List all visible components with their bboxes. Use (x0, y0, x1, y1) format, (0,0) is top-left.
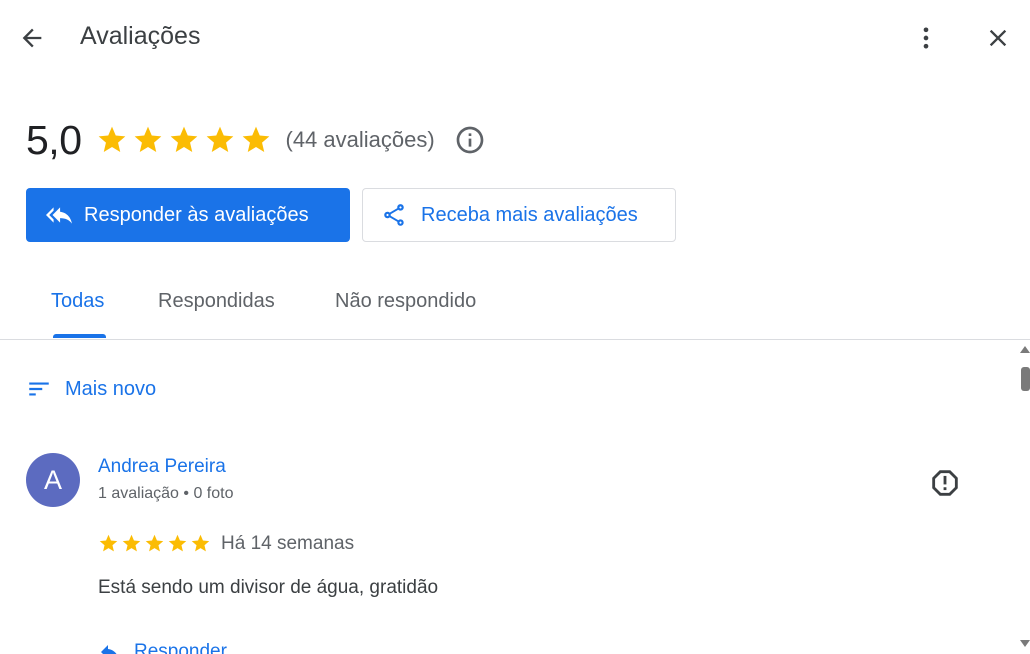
scroll-up-arrow[interactable] (1020, 346, 1030, 353)
reviewer-name[interactable]: Andrea Pereira (98, 456, 226, 478)
sort-button[interactable]: Mais novo (26, 376, 156, 402)
arrow-back-icon (22, 28, 42, 48)
rating-stars (96, 124, 272, 156)
tab-respondidas[interactable]: Respondidas (158, 290, 275, 313)
more-vert-icon (923, 27, 929, 49)
info-icon (456, 126, 484, 154)
report-icon (932, 470, 958, 496)
back-button[interactable] (14, 20, 50, 56)
scroll-down-arrow[interactable] (1020, 640, 1030, 647)
share-icon (384, 204, 404, 226)
scroll-thumb[interactable] (1021, 367, 1030, 391)
scrollbar[interactable] (1018, 340, 1030, 654)
sort-icon (29, 382, 49, 396)
star-icon (170, 126, 197, 152)
review-text: Está sendo um divisor de água, gratidão (98, 577, 439, 598)
star-icon (206, 126, 233, 152)
rating-summary: 5,0 (44 avaliações) (26, 114, 487, 166)
review-time: Há 14 semanas (221, 533, 355, 554)
star-icon (98, 126, 125, 152)
avatar[interactable]: A (26, 453, 80, 507)
reply-label: Responder (134, 641, 227, 654)
report-review-button[interactable] (926, 464, 964, 502)
active-tab-indicator (53, 334, 106, 338)
reply-all-icon (46, 207, 72, 224)
close-button[interactable] (980, 20, 1016, 56)
tab-todas[interactable]: Todas (51, 290, 104, 313)
filter-tabs: Todas Respondidas Não respondido (0, 268, 1030, 340)
info-button[interactable] (453, 123, 487, 157)
more-options-button[interactable] (908, 20, 944, 56)
header: Avaliações (0, 0, 1030, 78)
reply-icon (101, 645, 117, 654)
close-icon (989, 29, 1007, 47)
sort-label: Mais novo (65, 377, 157, 400)
tab-nao-respondido[interactable]: Não respondido (335, 290, 476, 313)
star-icon (145, 534, 164, 552)
reviewer-meta: 1 avaliação • 0 foto (98, 485, 234, 502)
star-icon (99, 534, 118, 552)
page-title: Avaliações (80, 22, 201, 50)
review-rating-stars (98, 533, 211, 554)
star-icon (168, 534, 187, 552)
star-icon (134, 126, 161, 152)
reply-button[interactable]: Responder (98, 640, 227, 654)
star-icon (122, 534, 141, 552)
get-more-reviews-label: Receba mais avaliações (421, 203, 638, 226)
get-more-reviews-button[interactable]: Receba mais avaliações (362, 188, 676, 242)
respond-reviews-label: Responder às avaliações (84, 203, 309, 226)
reviews-panel: Avaliações 5,0 (44 avaliações) Responder… (0, 0, 1030, 654)
average-score: 5,0 (26, 116, 82, 163)
star-icon (191, 534, 210, 552)
review-count: (44 avaliações) (285, 127, 435, 152)
respond-reviews-button[interactable]: Responder às avaliações (26, 188, 350, 242)
star-icon (242, 126, 269, 152)
